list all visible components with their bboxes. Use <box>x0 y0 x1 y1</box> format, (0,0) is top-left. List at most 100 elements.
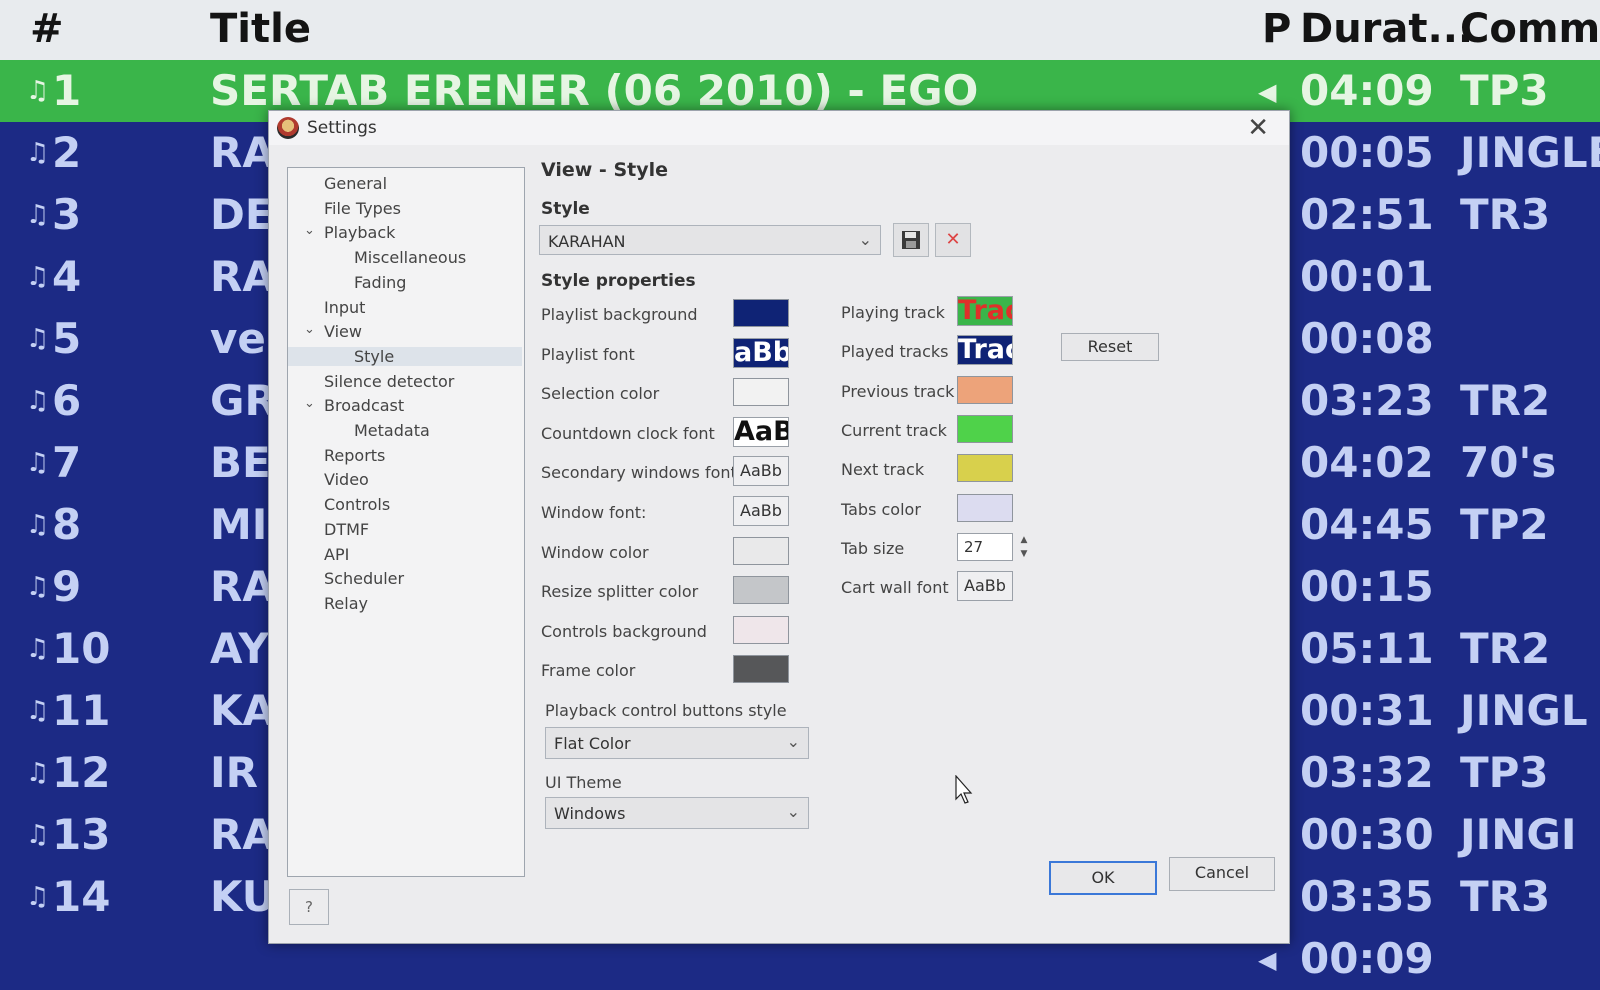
tree-item-broadcast[interactable]: ⌄ Broadcast <box>304 396 405 416</box>
playback-buttons-style-select[interactable]: Flat Color ⌄ <box>545 727 809 759</box>
style-select[interactable]: KARAHAN ⌄ <box>539 225 881 255</box>
stepper-down-icon[interactable]: ▼ <box>1015 547 1033 561</box>
playlist-background-swatch[interactable] <box>733 299 789 327</box>
tree-item-reports[interactable]: Reports <box>324 446 385 465</box>
property-label: Secondary windows font <box>541 463 737 483</box>
selection-color-swatch[interactable] <box>733 378 789 407</box>
tree-item-silence-detector[interactable]: Silence detector <box>324 372 454 391</box>
track-comment: TR3 <box>1460 190 1551 239</box>
playback-buttons-style-value: Flat Color <box>554 734 631 753</box>
track-number: 7 <box>52 438 82 487</box>
music-note-icon: ♫ <box>26 448 50 478</box>
track-comment: TP2 <box>1460 500 1549 549</box>
track-title: RA <box>210 252 275 301</box>
style-properties-label: Style properties <box>541 271 696 291</box>
track-comment: 70's <box>1460 438 1557 487</box>
chevron-down-icon[interactable]: ⌄ <box>304 223 315 238</box>
tree-item-general[interactable]: General <box>324 174 387 193</box>
col-p-header[interactable]: P <box>1262 6 1291 52</box>
settings-tree[interactable]: General File Types ⌄ Playback Miscellaneous F… <box>287 167 525 877</box>
music-note-icon: ♫ <box>26 572 50 602</box>
property-label: Tab size <box>841 538 905 558</box>
playing-track-font-button[interactable]: Track <box>957 296 1013 326</box>
chevron-down-icon[interactable]: ⌄ <box>304 322 315 337</box>
tree-item-style[interactable]: Style <box>288 346 522 366</box>
reset-button[interactable]: Reset <box>1061 333 1159 361</box>
previous-track-swatch[interactable] <box>957 375 1013 404</box>
current-track-swatch[interactable] <box>957 414 1013 443</box>
cart-wall-font-font-button[interactable]: AaBb <box>957 571 1013 602</box>
tree-item-playback[interactable]: ⌄ Playback <box>304 223 395 242</box>
track-duration: 03:23 <box>1300 376 1434 425</box>
stepper-up-icon[interactable]: ▲ <box>1015 533 1033 547</box>
chevron-down-icon: ⌄ <box>858 230 872 249</box>
delete-style-button[interactable]: ✕ <box>935 223 971 257</box>
track-number: 11 <box>52 686 111 735</box>
speaker-icon: ◀ <box>1258 946 1277 974</box>
tab-size-stepper[interactable]: ▲ ▼ <box>1015 533 1033 561</box>
col-title-header[interactable]: Title <box>210 6 311 52</box>
tree-item-label: Broadcast <box>324 396 405 416</box>
played-tracks-font-button[interactable]: Track <box>957 335 1013 366</box>
property-label: Current track <box>841 420 947 440</box>
resize-splitter-color-swatch[interactable] <box>733 576 789 605</box>
next-track-swatch[interactable] <box>957 454 1013 483</box>
ui-theme-select[interactable]: Windows ⌄ <box>545 797 809 829</box>
music-note-icon: ♫ <box>26 882 50 912</box>
chevron-down-icon: ⌄ <box>786 802 800 821</box>
tree-item-controls[interactable]: Controls <box>324 495 390 514</box>
track-duration: 00:31 <box>1300 686 1434 735</box>
tree-item-scheduler[interactable]: Scheduler <box>324 569 404 588</box>
col-number-header[interactable]: # <box>30 6 64 52</box>
save-style-button[interactable] <box>893 223 929 257</box>
secondary-windows-font-font-button[interactable]: AaBb <box>733 456 789 487</box>
tree-item-relay[interactable]: Relay <box>324 594 368 613</box>
property-label: Window color <box>541 542 649 562</box>
property-label: Cart wall font <box>841 578 949 598</box>
tab-size-input[interactable]: 27 <box>957 532 1013 561</box>
col-comment-header[interactable]: Comme <box>1460 6 1600 52</box>
controls-background-swatch[interactable] <box>733 615 789 644</box>
track-title: BE <box>210 438 271 487</box>
tree-item-label: Fading <box>354 272 407 292</box>
countdown-clock-font-font-button[interactable]: AaBb <box>733 416 789 447</box>
track-comment: TP3 <box>1460 66 1549 115</box>
window-font-font-button[interactable]: AaBb <box>733 496 789 526</box>
frame-color-swatch[interactable] <box>733 655 789 684</box>
tree-item-dtmf[interactable]: DTMF <box>324 520 369 539</box>
property-label: Playlist background <box>541 305 698 324</box>
tree-item-label: Silence detector <box>324 371 455 391</box>
tree-item-label: Metadata <box>354 421 430 440</box>
tree-item-file-types[interactable]: File Types <box>324 199 401 218</box>
music-note-icon: ♫ <box>26 200 50 230</box>
tree-item-view[interactable]: ⌄ View <box>304 322 362 341</box>
window-color-swatch[interactable] <box>733 536 789 565</box>
help-button[interactable]: ? <box>289 889 329 925</box>
track-duration: 05:11 <box>1300 624 1434 673</box>
tree-item-miscellaneous[interactable]: Miscellaneous <box>354 248 466 267</box>
col-duration-header[interactable]: Durat... <box>1300 6 1473 52</box>
cancel-button[interactable]: Cancel <box>1169 857 1275 891</box>
track-duration: 04:09 <box>1300 66 1434 115</box>
track-comment: TR3 <box>1460 872 1551 921</box>
tabs-color-swatch[interactable] <box>957 493 1013 522</box>
property-label: Previous track <box>841 381 955 401</box>
close-icon[interactable]: ✕ <box>1247 113 1269 143</box>
tree-item-label: Scheduler <box>324 569 405 589</box>
chevron-down-icon[interactable]: ⌄ <box>304 396 315 411</box>
app-icon <box>277 117 299 139</box>
tree-item-metadata[interactable]: Metadata <box>354 421 430 440</box>
tree-item-input[interactable]: Input <box>324 298 365 317</box>
page-title: View - Style <box>541 159 668 181</box>
tree-item-api[interactable]: API <box>324 545 349 564</box>
ok-button[interactable]: OK <box>1049 861 1157 895</box>
playlist-font-font-button[interactable]: aBb <box>733 337 789 368</box>
property-label: Playing track <box>841 303 945 322</box>
track-comment: JINGLE <box>1460 128 1600 177</box>
tree-item-fading[interactable]: Fading <box>354 273 406 292</box>
track-duration: 00:30 <box>1300 810 1434 859</box>
track-comment: TR2 <box>1460 376 1551 425</box>
chevron-down-icon: ⌄ <box>786 732 800 751</box>
tree-item-video[interactable]: Video <box>324 470 369 489</box>
dialog-titlebar[interactable]: Settings ✕ <box>269 111 1289 145</box>
